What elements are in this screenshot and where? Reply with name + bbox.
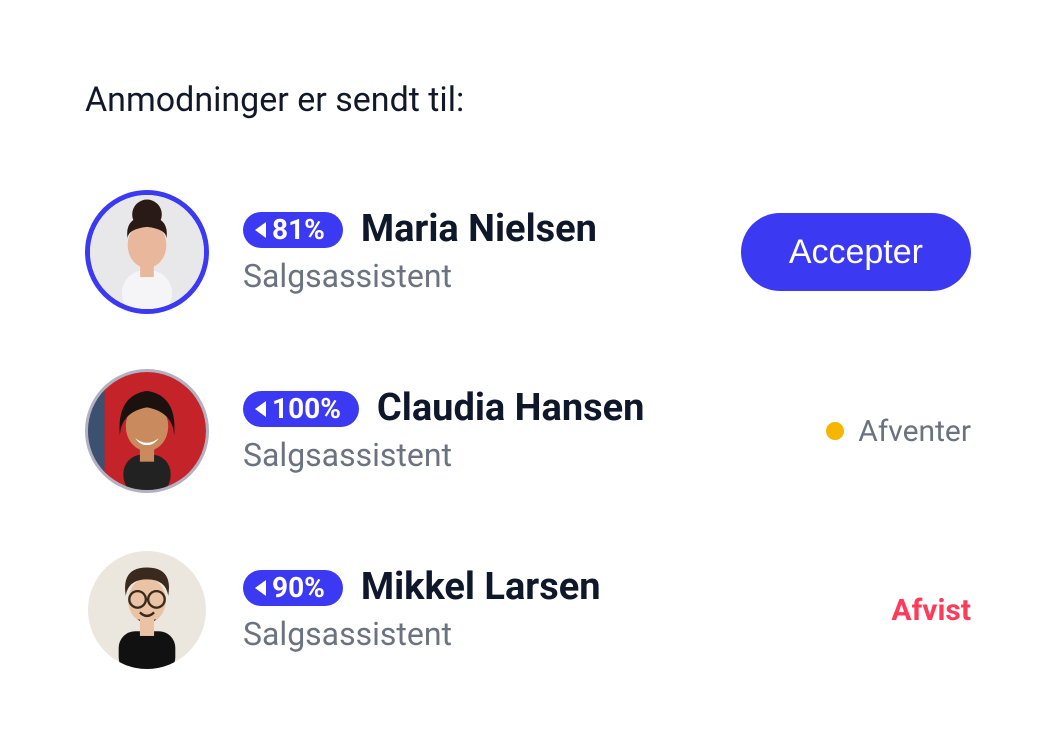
avatar[interactable] [85, 190, 209, 314]
page-title: Anmodninger er sendt til: [85, 80, 971, 120]
person-name: Mikkel Larsen [361, 567, 601, 609]
action-area: Accepter [721, 213, 971, 291]
caret-left-icon [255, 222, 266, 238]
accept-button[interactable]: Accepter [741, 213, 971, 291]
caret-left-icon [255, 401, 266, 417]
person-info: 81% Maria Nielsen Salgsassistent [243, 209, 721, 295]
request-row: 100% Claudia Hansen Salgsassistent Afven… [85, 369, 971, 493]
action-area: Afventer [721, 414, 971, 449]
match-score-value: 100% [272, 395, 341, 423]
person-info: 90% Mikkel Larsen Salgsassistent [243, 567, 721, 653]
avatar[interactable] [85, 548, 209, 672]
request-list: 81% Maria Nielsen Salgsassistent Accepte… [85, 190, 971, 672]
status-label: Afventer [858, 414, 971, 449]
match-score-value: 81% [272, 216, 325, 244]
person-name: Maria Nielsen [361, 209, 597, 251]
status-dot-icon [826, 422, 844, 440]
avatar-illustration [88, 372, 206, 490]
request-row: 81% Maria Nielsen Salgsassistent Accepte… [85, 190, 971, 314]
match-score-pill: 81% [243, 212, 343, 248]
person-info: 100% Claudia Hansen Salgsassistent [243, 388, 721, 474]
avatar[interactable] [85, 369, 209, 493]
status-rejected: Afvist [891, 593, 971, 628]
match-score-pill: 100% [243, 391, 359, 427]
person-role: Salgsassistent [243, 257, 721, 295]
person-name: Claudia Hansen [377, 388, 645, 430]
status-label: Afvist [891, 593, 971, 628]
person-role: Salgsassistent [243, 615, 721, 653]
request-row: 90% Mikkel Larsen Salgsassistent Afvist [85, 548, 971, 672]
match-score-value: 90% [272, 574, 325, 602]
avatar-illustration [88, 551, 206, 669]
caret-left-icon [255, 580, 266, 596]
status-pending: Afventer [826, 414, 971, 449]
match-score-pill: 90% [243, 570, 343, 606]
action-area: Afvist [721, 593, 971, 628]
avatar-illustration [90, 195, 204, 309]
person-role: Salgsassistent [243, 436, 721, 474]
